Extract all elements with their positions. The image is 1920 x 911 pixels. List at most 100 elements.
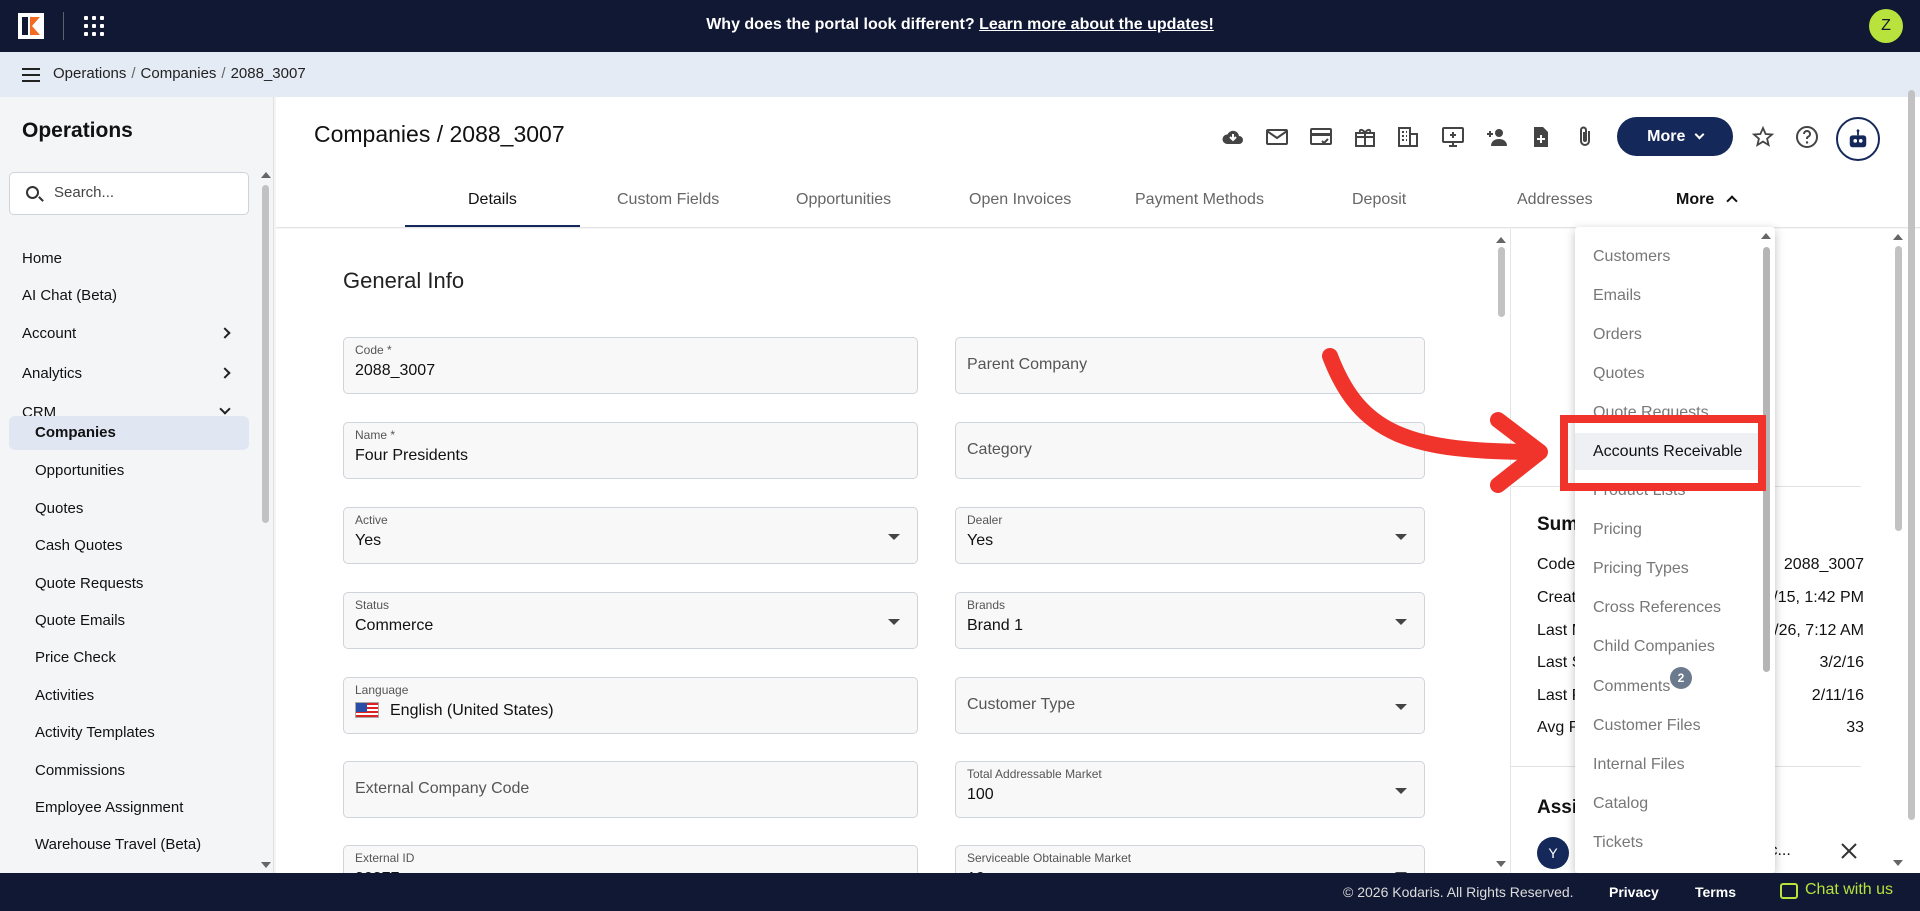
us-flag-icon (355, 702, 379, 718)
gift-icon[interactable] (1353, 125, 1377, 149)
scroll-up-arrow[interactable] (1761, 233, 1771, 239)
menu-item-comments[interactable]: Comments (1593, 678, 1670, 696)
content-scrollbar[interactable] (1498, 247, 1505, 317)
sidebar-item-home[interactable]: Home (9, 242, 249, 275)
menu-item-orders[interactable]: Orders (1593, 326, 1642, 344)
sidebar-item-ai-chat[interactable]: AI Chat (Beta) (9, 279, 249, 312)
footer: © 2026 Kodaris. All Rights Reserved. Pri… (0, 873, 1920, 911)
panel-scrollbar[interactable] (1895, 246, 1902, 531)
summary-label: Creat (1537, 589, 1577, 606)
external-company-code-field[interactable]: External Company Code (343, 761, 918, 818)
sidebar-search (9, 172, 249, 215)
code-field[interactable]: Code * 2088_3007 (343, 337, 918, 394)
sidebar-item-quotes[interactable]: Quotes (9, 492, 249, 525)
sidebar-item-quote-emails[interactable]: Quote Emails (9, 604, 249, 637)
chat-with-us-button[interactable]: Chat with us (1805, 881, 1893, 899)
field-placeholder: Category (967, 441, 1032, 458)
total-addressable-market-select[interactable]: Total Addressable Market 100 (955, 761, 1425, 818)
bot-icon (1849, 129, 1867, 148)
announcement-link[interactable]: Learn more about the updates! (979, 16, 1214, 33)
help-icon[interactable] (1795, 125, 1819, 149)
payment-icon[interactable] (1309, 125, 1333, 149)
field-placeholder: Customer Type (967, 696, 1076, 713)
status-select[interactable]: Status Commerce (343, 592, 918, 649)
customer-type-select[interactable]: Customer Type (955, 677, 1425, 734)
language-field[interactable]: Language English (United States) (343, 677, 918, 734)
sidebar-item-account[interactable]: Account (9, 317, 249, 350)
menu-item-customers[interactable]: Customers (1593, 248, 1670, 266)
dropdown-arrow-icon (888, 534, 900, 540)
summary-value: 33 (1846, 719, 1864, 736)
summary-value: 3/15, 1:42 PM (1764, 589, 1864, 606)
sidebar-item-employee-assignment[interactable]: Employee Assignment (9, 791, 249, 824)
sidebar-item-price-check[interactable]: Price Check (9, 641, 249, 674)
sidebar-item-activities[interactable]: Activities (9, 679, 249, 712)
menu-item-internal-files[interactable]: Internal Files (1593, 756, 1685, 774)
mail-icon[interactable] (1265, 125, 1289, 149)
menu-item-customer-files[interactable]: Customer Files (1593, 717, 1701, 735)
copyright: © 2026 Kodaris. All Rights Reserved. (1343, 884, 1574, 900)
sidebar-item-activity-templates[interactable]: Activity Templates (9, 716, 249, 749)
active-select[interactable]: Active Yes (343, 507, 918, 564)
tab-deposit[interactable]: Deposit (1352, 191, 1406, 209)
scroll-up-arrow[interactable] (261, 172, 271, 178)
tab-payment-methods[interactable]: Payment Methods (1135, 191, 1264, 209)
menu-item-cross-references[interactable]: Cross References (1593, 599, 1721, 617)
name-field[interactable]: Name * Four Presidents (343, 422, 918, 479)
cloud-icon[interactable] (1221, 125, 1245, 149)
close-icon[interactable] (1839, 841, 1859, 861)
sidebar-item-analytics[interactable]: Analytics (9, 357, 249, 390)
brands-select[interactable]: Brands Brand 1 (955, 592, 1425, 649)
top-bar: Why does the portal look different? Lear… (0, 0, 1920, 52)
sidebar-item-quote-requests[interactable]: Quote Requests (9, 567, 249, 600)
menu-icon[interactable] (22, 68, 40, 82)
summary-label: Avg P (1537, 719, 1580, 736)
external-id-field[interactable]: External ID 30377 (343, 845, 918, 873)
add-person-icon[interactable] (1485, 125, 1509, 149)
star-icon[interactable] (1751, 125, 1775, 149)
menu-item-catalog[interactable]: Catalog (1593, 795, 1648, 813)
terms-link[interactable]: Terms (1695, 884, 1736, 900)
more-actions-button[interactable]: More (1617, 117, 1733, 156)
add-screen-icon[interactable] (1441, 125, 1465, 149)
tab-custom-fields[interactable]: Custom Fields (617, 191, 719, 209)
sidebar-item-opportunities[interactable]: Opportunities (9, 454, 249, 487)
scroll-up-arrow[interactable] (1496, 237, 1506, 243)
sidebar-item-warehouse-travel[interactable]: Warehouse Travel (Beta) (9, 828, 249, 861)
breadcrumb-companies[interactable]: Companies (141, 65, 217, 82)
scroll-down-arrow[interactable] (1893, 860, 1903, 866)
scroll-up-arrow[interactable] (1893, 234, 1903, 240)
attach-icon[interactable] (1573, 125, 1597, 149)
serviceable-obtainable-market-select[interactable]: Serviceable Obtainable Market 10 (955, 845, 1425, 873)
scroll-down-arrow[interactable] (1496, 861, 1506, 867)
sidebar-item-commissions[interactable]: Commissions (9, 754, 249, 787)
sidebar-item-cash-quotes[interactable]: Cash Quotes (9, 529, 249, 562)
privacy-link[interactable]: Privacy (1609, 884, 1659, 900)
tab-details[interactable]: Details (468, 191, 517, 209)
tab-open-invoices[interactable]: Open Invoices (969, 191, 1071, 209)
sidebar-item-companies[interactable]: Companies (9, 416, 249, 450)
dropdown-arrow-icon (1395, 788, 1407, 794)
page-scrollbar[interactable] (1908, 90, 1915, 820)
chat-icon (1780, 883, 1798, 899)
menu-item-pricing[interactable]: Pricing (1593, 521, 1642, 539)
menu-item-tickets[interactable]: Tickets (1593, 834, 1643, 852)
tab-more[interactable]: More (1676, 191, 1738, 209)
dropdown-arrow-icon (1395, 534, 1407, 540)
menu-item-child-companies[interactable]: Child Companies (1593, 638, 1715, 656)
menu-item-quotes[interactable]: Quotes (1593, 365, 1645, 383)
field-value: Commerce (355, 617, 434, 634)
building-icon[interactable] (1397, 125, 1421, 149)
assignee-avatar: Y (1537, 837, 1569, 869)
tab-addresses[interactable]: Addresses (1517, 191, 1593, 209)
search-input[interactable] (54, 184, 234, 201)
tab-opportunities[interactable]: Opportunities (796, 191, 891, 209)
bot-button[interactable] (1836, 117, 1880, 161)
menu-item-pricing-types[interactable]: Pricing Types (1593, 560, 1689, 578)
scroll-down-arrow[interactable] (261, 862, 271, 868)
breadcrumb-operations[interactable]: Operations (53, 65, 126, 82)
add-file-icon[interactable] (1529, 125, 1553, 149)
user-avatar[interactable]: Z (1869, 9, 1903, 43)
sidebar-scrollbar[interactable] (262, 185, 269, 523)
menu-item-emails[interactable]: Emails (1593, 287, 1641, 305)
